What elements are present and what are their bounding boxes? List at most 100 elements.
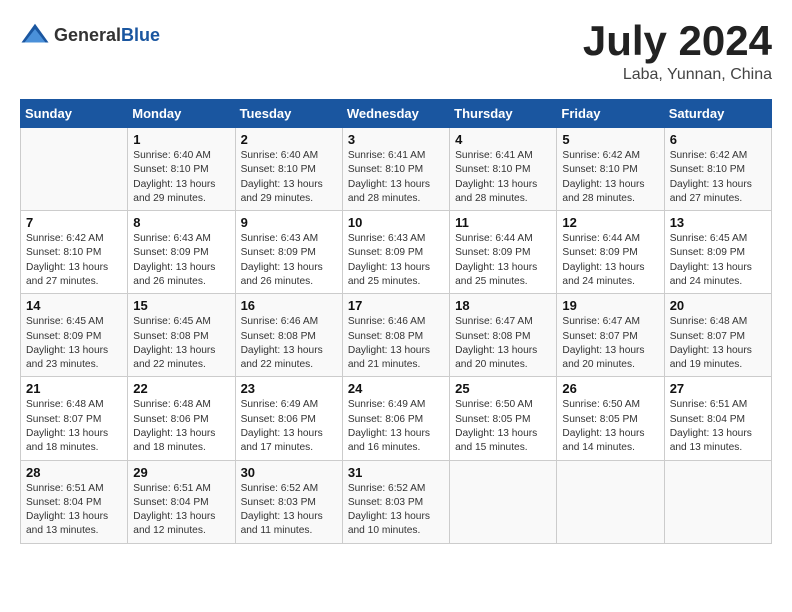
cell-content: Sunrise: 6:48 AM Sunset: 8:07 PM Dayligh… bbox=[670, 315, 766, 372]
calendar-cell: 2Sunrise: 6:40 AM Sunset: 8:10 PM Daylig… bbox=[235, 128, 342, 211]
day-number: 29 bbox=[133, 465, 229, 480]
calendar-cell: 9 Sunrise: 6:43 AM Sunset: 8:09 PM Daylig… bbox=[235, 211, 342, 294]
cell-content: Sunrise: 6:47 AM Sunset: 8:07 PM Dayligh… bbox=[562, 315, 658, 372]
month-title: July 2024 bbox=[583, 20, 772, 62]
header-row: SundayMondayTuesdayWednesdayThursdayFrid… bbox=[21, 100, 772, 128]
calendar-cell: 10 Sunrise: 6:43 AM Sunset: 8:09 PM Dayli… bbox=[342, 211, 449, 294]
cell-content: Sunrise: 6:51 AM Sunset: 8:04 PM Dayligh… bbox=[670, 398, 766, 455]
cell-content: Sunrise: 6:43 AM Sunset: 8:09 PM Dayligh… bbox=[133, 232, 229, 289]
location: Laba, Yunnan, China bbox=[583, 66, 772, 84]
cell-content: Sunrise: 6:42 AM Sunset: 8:10 PM Dayligh… bbox=[670, 149, 766, 206]
day-number: 21 bbox=[26, 381, 122, 396]
day-number: 7 bbox=[26, 215, 122, 230]
day-number: 31 bbox=[348, 465, 444, 480]
day-number: 4 bbox=[455, 132, 551, 147]
calendar-cell: 31 Sunrise: 6:52 AM Sunset: 8:03 PM Dayli… bbox=[342, 460, 449, 543]
calendar-cell: 30 Sunrise: 6:52 AM Sunset: 8:03 PM Dayli… bbox=[235, 460, 342, 543]
logo-icon bbox=[20, 20, 50, 50]
header-day-saturday: Saturday bbox=[664, 100, 771, 128]
day-number: 15 bbox=[133, 298, 229, 313]
calendar-cell: 11 Sunrise: 6:44 AM Sunset: 8:09 PM Dayli… bbox=[450, 211, 557, 294]
calendar-cell: 19 Sunrise: 6:47 AM Sunset: 8:07 PM Dayli… bbox=[557, 294, 664, 377]
calendar-cell: 5 Sunrise: 6:42 AM Sunset: 8:10 PM Daylig… bbox=[557, 128, 664, 211]
week-row-5: 28 Sunrise: 6:51 AM Sunset: 8:04 PM Dayli… bbox=[21, 460, 772, 543]
cell-content: Sunrise: 6:43 AM Sunset: 8:09 PM Dayligh… bbox=[241, 232, 337, 289]
cell-content: Sunrise: 6:46 AM Sunset: 8:08 PM Dayligh… bbox=[348, 315, 444, 372]
week-row-2: 7Sunrise: 6:42 AM Sunset: 8:10 PM Daylig… bbox=[21, 211, 772, 294]
day-number: 2 bbox=[241, 132, 337, 147]
calendar-body: 1 Sunrise: 6:40 AM Sunset: 8:10 PM Daylig… bbox=[21, 128, 772, 544]
cell-content: Sunrise: 6:50 AM Sunset: 8:05 PM Dayligh… bbox=[562, 398, 658, 455]
calendar-table: SundayMondayTuesdayWednesdayThursdayFrid… bbox=[20, 99, 772, 544]
cell-content: Sunrise: 6:43 AM Sunset: 8:09 PM Dayligh… bbox=[348, 232, 444, 289]
calendar-cell: 16 Sunrise: 6:46 AM Sunset: 8:08 PM Dayli… bbox=[235, 294, 342, 377]
cell-content: Sunrise: 6:42 AM Sunset: 8:10 PM Dayligh… bbox=[562, 149, 658, 206]
cell-content: Sunrise: 6:50 AM Sunset: 8:05 PM Dayligh… bbox=[455, 398, 551, 455]
day-number: 18 bbox=[455, 298, 551, 313]
day-number: 5 bbox=[562, 132, 658, 147]
cell-content: Sunrise: 6:48 AM Sunset: 8:06 PM Dayligh… bbox=[133, 398, 229, 455]
calendar-cell: 12 Sunrise: 6:44 AM Sunset: 8:09 PM Dayli… bbox=[557, 211, 664, 294]
header-day-wednesday: Wednesday bbox=[342, 100, 449, 128]
calendar-cell: 1 Sunrise: 6:40 AM Sunset: 8:10 PM Daylig… bbox=[128, 128, 235, 211]
calendar-cell bbox=[664, 460, 771, 543]
cell-content: Sunrise: 6:48 AM Sunset: 8:07 PM Dayligh… bbox=[26, 398, 122, 455]
day-number: 19 bbox=[562, 298, 658, 313]
calendar-cell: 4Sunrise: 6:41 AM Sunset: 8:10 PM Daylig… bbox=[450, 128, 557, 211]
day-number: 22 bbox=[133, 381, 229, 396]
cell-content: Sunrise: 6:44 AM Sunset: 8:09 PM Dayligh… bbox=[562, 232, 658, 289]
day-number: 10 bbox=[348, 215, 444, 230]
day-number: 23 bbox=[241, 381, 337, 396]
day-number: 9 bbox=[241, 215, 337, 230]
calendar-header: SundayMondayTuesdayWednesdayThursdayFrid… bbox=[21, 100, 772, 128]
day-number: 14 bbox=[26, 298, 122, 313]
calendar-cell: 8 Sunrise: 6:43 AM Sunset: 8:09 PM Daylig… bbox=[128, 211, 235, 294]
cell-content: Sunrise: 6:45 AM Sunset: 8:08 PM Dayligh… bbox=[133, 315, 229, 372]
day-number: 16 bbox=[241, 298, 337, 313]
day-number: 28 bbox=[26, 465, 122, 480]
header-day-sunday: Sunday bbox=[21, 100, 128, 128]
day-number: 1 bbox=[133, 132, 229, 147]
calendar-cell: 23 Sunrise: 6:49 AM Sunset: 8:06 PM Dayli… bbox=[235, 377, 342, 460]
logo-general: General bbox=[54, 25, 121, 45]
calendar-cell: 26Sunrise: 6:50 AM Sunset: 8:05 PM Dayli… bbox=[557, 377, 664, 460]
calendar-cell bbox=[450, 460, 557, 543]
calendar-cell: 6Sunrise: 6:42 AM Sunset: 8:10 PM Daylig… bbox=[664, 128, 771, 211]
cell-content: Sunrise: 6:46 AM Sunset: 8:08 PM Dayligh… bbox=[241, 315, 337, 372]
cell-content: Sunrise: 6:49 AM Sunset: 8:06 PM Dayligh… bbox=[241, 398, 337, 455]
calendar-cell: 20 Sunrise: 6:48 AM Sunset: 8:07 PM Dayli… bbox=[664, 294, 771, 377]
calendar-cell: 15 Sunrise: 6:45 AM Sunset: 8:08 PM Dayli… bbox=[128, 294, 235, 377]
cell-content: Sunrise: 6:44 AM Sunset: 8:09 PM Dayligh… bbox=[455, 232, 551, 289]
header-day-thursday: Thursday bbox=[450, 100, 557, 128]
day-number: 27 bbox=[670, 381, 766, 396]
day-number: 13 bbox=[670, 215, 766, 230]
calendar-cell: 21 Sunrise: 6:48 AM Sunset: 8:07 PM Dayli… bbox=[21, 377, 128, 460]
week-row-3: 14Sunrise: 6:45 AM Sunset: 8:09 PM Dayli… bbox=[21, 294, 772, 377]
day-number: 17 bbox=[348, 298, 444, 313]
header-day-monday: Monday bbox=[128, 100, 235, 128]
day-number: 20 bbox=[670, 298, 766, 313]
day-number: 11 bbox=[455, 215, 551, 230]
calendar-cell: 17 Sunrise: 6:46 AM Sunset: 8:08 PM Dayli… bbox=[342, 294, 449, 377]
logo-blue: Blue bbox=[121, 25, 160, 45]
calendar-cell: 28 Sunrise: 6:51 AM Sunset: 8:04 PM Dayli… bbox=[21, 460, 128, 543]
cell-content: Sunrise: 6:47 AM Sunset: 8:08 PM Dayligh… bbox=[455, 315, 551, 372]
day-number: 8 bbox=[133, 215, 229, 230]
cell-content: Sunrise: 6:40 AM Sunset: 8:10 PM Dayligh… bbox=[133, 149, 229, 206]
calendar-cell: 7Sunrise: 6:42 AM Sunset: 8:10 PM Daylig… bbox=[21, 211, 128, 294]
calendar-cell: 14Sunrise: 6:45 AM Sunset: 8:09 PM Dayli… bbox=[21, 294, 128, 377]
day-number: 24 bbox=[348, 381, 444, 396]
page-header: GeneralBlue July 2024 Laba, Yunnan, Chin… bbox=[20, 20, 772, 84]
day-number: 12 bbox=[562, 215, 658, 230]
cell-content: Sunrise: 6:52 AM Sunset: 8:03 PM Dayligh… bbox=[348, 482, 444, 539]
day-number: 3 bbox=[348, 132, 444, 147]
cell-content: Sunrise: 6:51 AM Sunset: 8:04 PM Dayligh… bbox=[26, 482, 122, 539]
day-number: 25 bbox=[455, 381, 551, 396]
title-block: July 2024 Laba, Yunnan, China bbox=[583, 20, 772, 84]
cell-content: Sunrise: 6:41 AM Sunset: 8:10 PM Dayligh… bbox=[348, 149, 444, 206]
calendar-cell: 13Sunrise: 6:45 AM Sunset: 8:09 PM Dayli… bbox=[664, 211, 771, 294]
calendar-cell bbox=[21, 128, 128, 211]
day-number: 30 bbox=[241, 465, 337, 480]
logo: GeneralBlue bbox=[20, 20, 160, 50]
cell-content: Sunrise: 6:52 AM Sunset: 8:03 PM Dayligh… bbox=[241, 482, 337, 539]
